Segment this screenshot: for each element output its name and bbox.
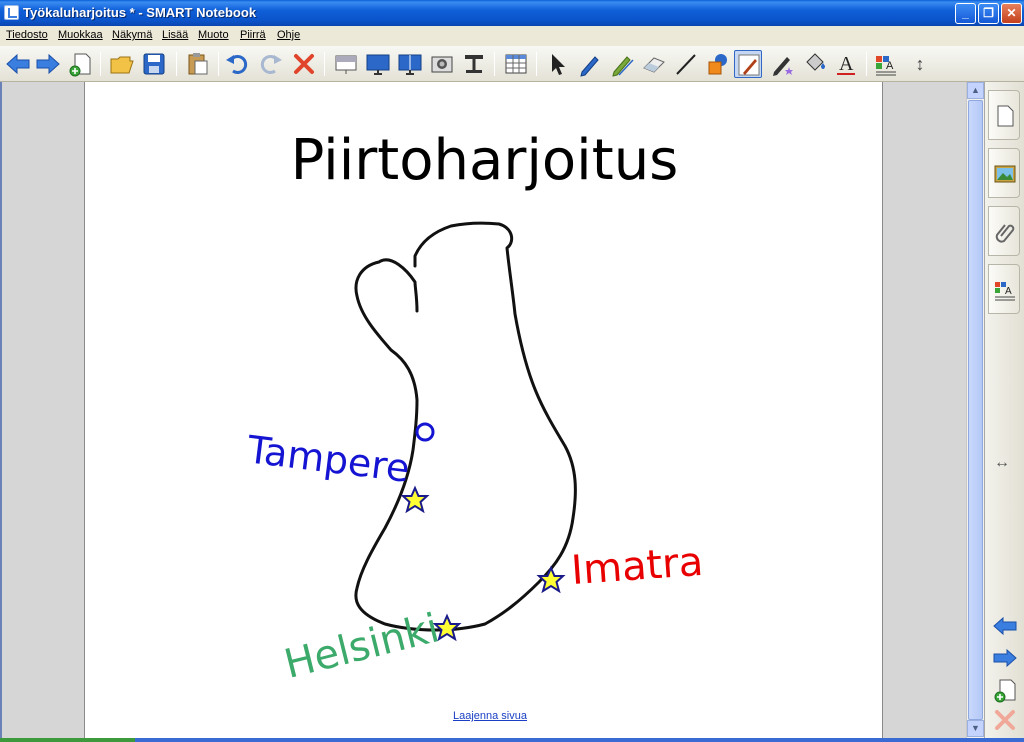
attachments-tab[interactable]: [988, 206, 1020, 256]
resize-panel-icon[interactable]: ↔: [994, 454, 1010, 472]
full-screen-icon[interactable]: [364, 50, 392, 78]
document-camera-icon[interactable]: [460, 50, 488, 78]
scroll-thumb[interactable]: [968, 100, 983, 720]
save-icon[interactable]: [140, 50, 168, 78]
menu-bar: Tiedosto Muokkaa Näkymä Lisää Muoto Piir…: [0, 26, 1024, 46]
window-title: Työkaluharjoitus * - SMART Notebook: [23, 5, 257, 20]
notebook-app-icon: [4, 5, 19, 20]
dual-page-icon[interactable]: [396, 50, 424, 78]
scroll-up-button[interactable]: ▲: [967, 82, 984, 99]
label-imatra[interactable]: Imatra: [570, 539, 705, 594]
gallery-tab[interactable]: [988, 148, 1020, 198]
creative-pen-icon[interactable]: [608, 50, 636, 78]
main-toolbar: A A ↕: [0, 46, 1024, 82]
delete-page-icon[interactable]: [991, 706, 1019, 734]
properties-tab[interactable]: A: [988, 264, 1020, 314]
magic-pen-icon[interactable]: [734, 50, 762, 78]
work-area: Piirtoharjoitus Tampere Imatra Helsinki …: [0, 82, 984, 738]
new-page-icon[interactable]: [66, 50, 94, 78]
back-arrow-icon[interactable]: [4, 50, 32, 78]
toolbar-position-icon[interactable]: ↕: [906, 50, 934, 78]
next-page-icon[interactable]: [991, 644, 1019, 672]
menu-tiedosto[interactable]: Tiedosto: [6, 29, 48, 41]
undo-icon[interactable]: [224, 50, 252, 78]
forward-arrow-icon[interactable]: [34, 50, 62, 78]
eraser-icon[interactable]: [640, 50, 668, 78]
notebook-page[interactable]: Piirtoharjoitus Tampere Imatra Helsinki …: [84, 82, 883, 738]
paste-icon[interactable]: [184, 50, 212, 78]
menu-ohje[interactable]: Ohje: [277, 29, 300, 41]
maximize-button[interactable]: ❐: [978, 3, 999, 24]
screen-shade-icon[interactable]: [332, 50, 360, 78]
properties-tab-icon: A: [995, 282, 1015, 301]
text-tool-glyph: A: [839, 53, 854, 75]
page-sorter-tab[interactable]: [988, 90, 1020, 140]
select-icon[interactable]: [544, 50, 572, 78]
finland-outline: [354, 221, 577, 632]
taskbar-strip: [0, 738, 1024, 742]
shapes-icon[interactable]: [704, 50, 732, 78]
fill-icon[interactable]: [800, 50, 828, 78]
svg-text:A: A: [1005, 286, 1012, 297]
title-bar: Työkaluharjoitus * - SMART Notebook _ ❐ …: [0, 0, 1024, 26]
pen-icon[interactable]: [576, 50, 604, 78]
side-tab-panel: A ↔: [984, 82, 1024, 738]
menu-lisaa[interactable]: Lisää: [162, 29, 188, 41]
vertical-scrollbar[interactable]: ▲ ▼: [966, 82, 984, 738]
paperclip-icon: [995, 224, 1015, 243]
line-icon[interactable]: [672, 50, 700, 78]
properties-icon[interactable]: A: [872, 50, 900, 78]
previous-page-icon[interactable]: [991, 612, 1019, 640]
shape-recognition-pen-icon[interactable]: [768, 50, 796, 78]
capture-icon[interactable]: [428, 50, 456, 78]
finland-map-drawing[interactable]: [85, 82, 884, 738]
delete-icon[interactable]: [290, 50, 318, 78]
table-icon[interactable]: [502, 50, 530, 78]
menu-nakyma[interactable]: Näkymä: [112, 29, 152, 41]
svg-text:A: A: [886, 60, 894, 72]
text-icon[interactable]: A: [832, 50, 860, 78]
tampere-marker-circle: [415, 422, 435, 442]
scroll-down-button[interactable]: ▼: [967, 720, 984, 737]
menu-muokkaa[interactable]: Muokkaa: [58, 29, 103, 41]
close-button[interactable]: ✕: [1001, 3, 1022, 24]
menu-piirra[interactable]: Piirrä: [240, 29, 266, 41]
gallery-icon: [994, 165, 1016, 183]
page-sorter-icon: [997, 105, 1014, 127]
minimize-button[interactable]: _: [955, 3, 976, 24]
expand-page-link[interactable]: Laajenna sivua: [445, 710, 535, 722]
add-page-icon[interactable]: [991, 676, 1019, 704]
menu-muoto[interactable]: Muoto: [198, 29, 229, 41]
open-folder-icon[interactable]: [108, 50, 136, 78]
redo-icon[interactable]: [256, 50, 284, 78]
